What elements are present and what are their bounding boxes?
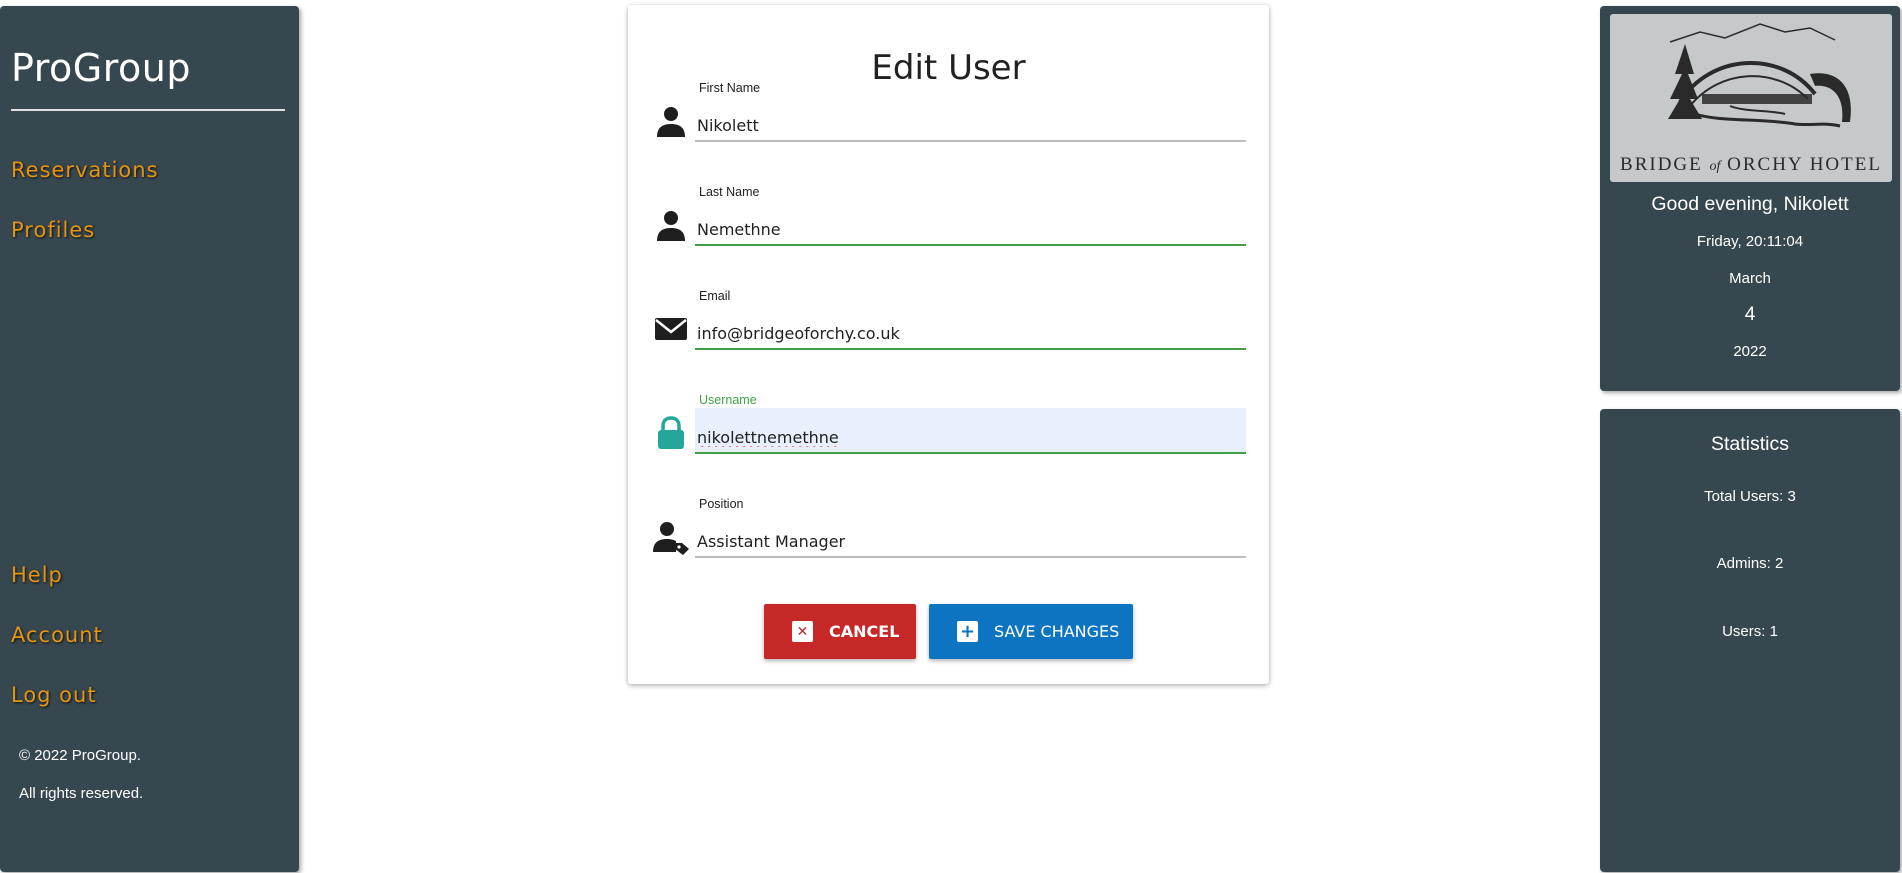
nav-account[interactable]: Account (11, 623, 103, 647)
save-changes-button[interactable]: + SAVE CHANGES (929, 604, 1133, 659)
statistics-title: Statistics (1710, 433, 1790, 455)
total-users-stat: Total Users: 3 (1704, 488, 1796, 505)
lock-icon (658, 416, 684, 449)
last-name-label: Last Name (699, 185, 760, 199)
nav-logout[interactable]: Log out (11, 683, 97, 707)
person-icon (657, 107, 685, 137)
position-label: Position (699, 497, 744, 511)
hotel-logo-text: BRIDGE of ORCHY HOTEL (1620, 154, 1882, 175)
position-field: Position (628, 497, 1269, 567)
last-name-input[interactable] (695, 200, 1246, 246)
nav-profiles[interactable]: Profiles (11, 218, 95, 242)
nav-help[interactable]: Help (11, 563, 63, 587)
username-field: Username (628, 393, 1269, 463)
footer-rights: All rights reserved. (19, 785, 144, 802)
first-name-field: First Name (628, 81, 1269, 151)
position-input[interactable] (695, 512, 1246, 558)
cancel-button-label: CANCEL (829, 622, 900, 641)
year: 2022 (1733, 343, 1767, 360)
sidebar: ProGroup Reservations Profiles Help Acco… (0, 6, 299, 872)
last-name-field: Last Name (628, 185, 1269, 255)
email-field: Email (628, 289, 1269, 359)
brand-title: ProGroup (11, 46, 191, 90)
person-icon (657, 211, 685, 241)
day-time: Friday, 20:11:04 (1696, 233, 1804, 250)
month: March (1729, 270, 1771, 287)
day-number: 4 (1744, 304, 1756, 325)
first-name-label: First Name (699, 81, 761, 95)
close-icon: ✕ (792, 621, 813, 642)
first-name-input[interactable] (695, 96, 1246, 142)
plus-icon: + (957, 621, 978, 642)
hotel-logo: BRIDGE of ORCHY HOTEL (1610, 14, 1892, 182)
username-label: Username (699, 393, 757, 407)
admins-stat: Admins: 2 (1716, 555, 1784, 572)
email-input[interactable] (695, 304, 1246, 350)
username-input[interactable] (695, 408, 1246, 454)
info-panel: BRIDGE of ORCHY HOTEL Good evening, Niko… (1600, 6, 1900, 391)
brand-divider (11, 109, 285, 111)
greeting: Good evening, Nikolett (1651, 193, 1849, 215)
footer-copyright: © 2022 ProGroup. (19, 747, 141, 764)
statistics-panel: Statistics Total Users: 3 Admins: 2 User… (1600, 409, 1900, 872)
nav-reservations[interactable]: Reservations (11, 158, 159, 182)
cancel-button[interactable]: ✕ CANCEL (764, 604, 916, 659)
envelope-icon (655, 318, 687, 340)
edit-user-card: Edit User First Name Last Name Email (628, 5, 1269, 684)
email-label: Email (699, 289, 731, 303)
person-tag-icon (653, 522, 689, 555)
users-stat: Users: 1 (1722, 623, 1778, 640)
save-button-label: SAVE CHANGES (994, 622, 1120, 641)
